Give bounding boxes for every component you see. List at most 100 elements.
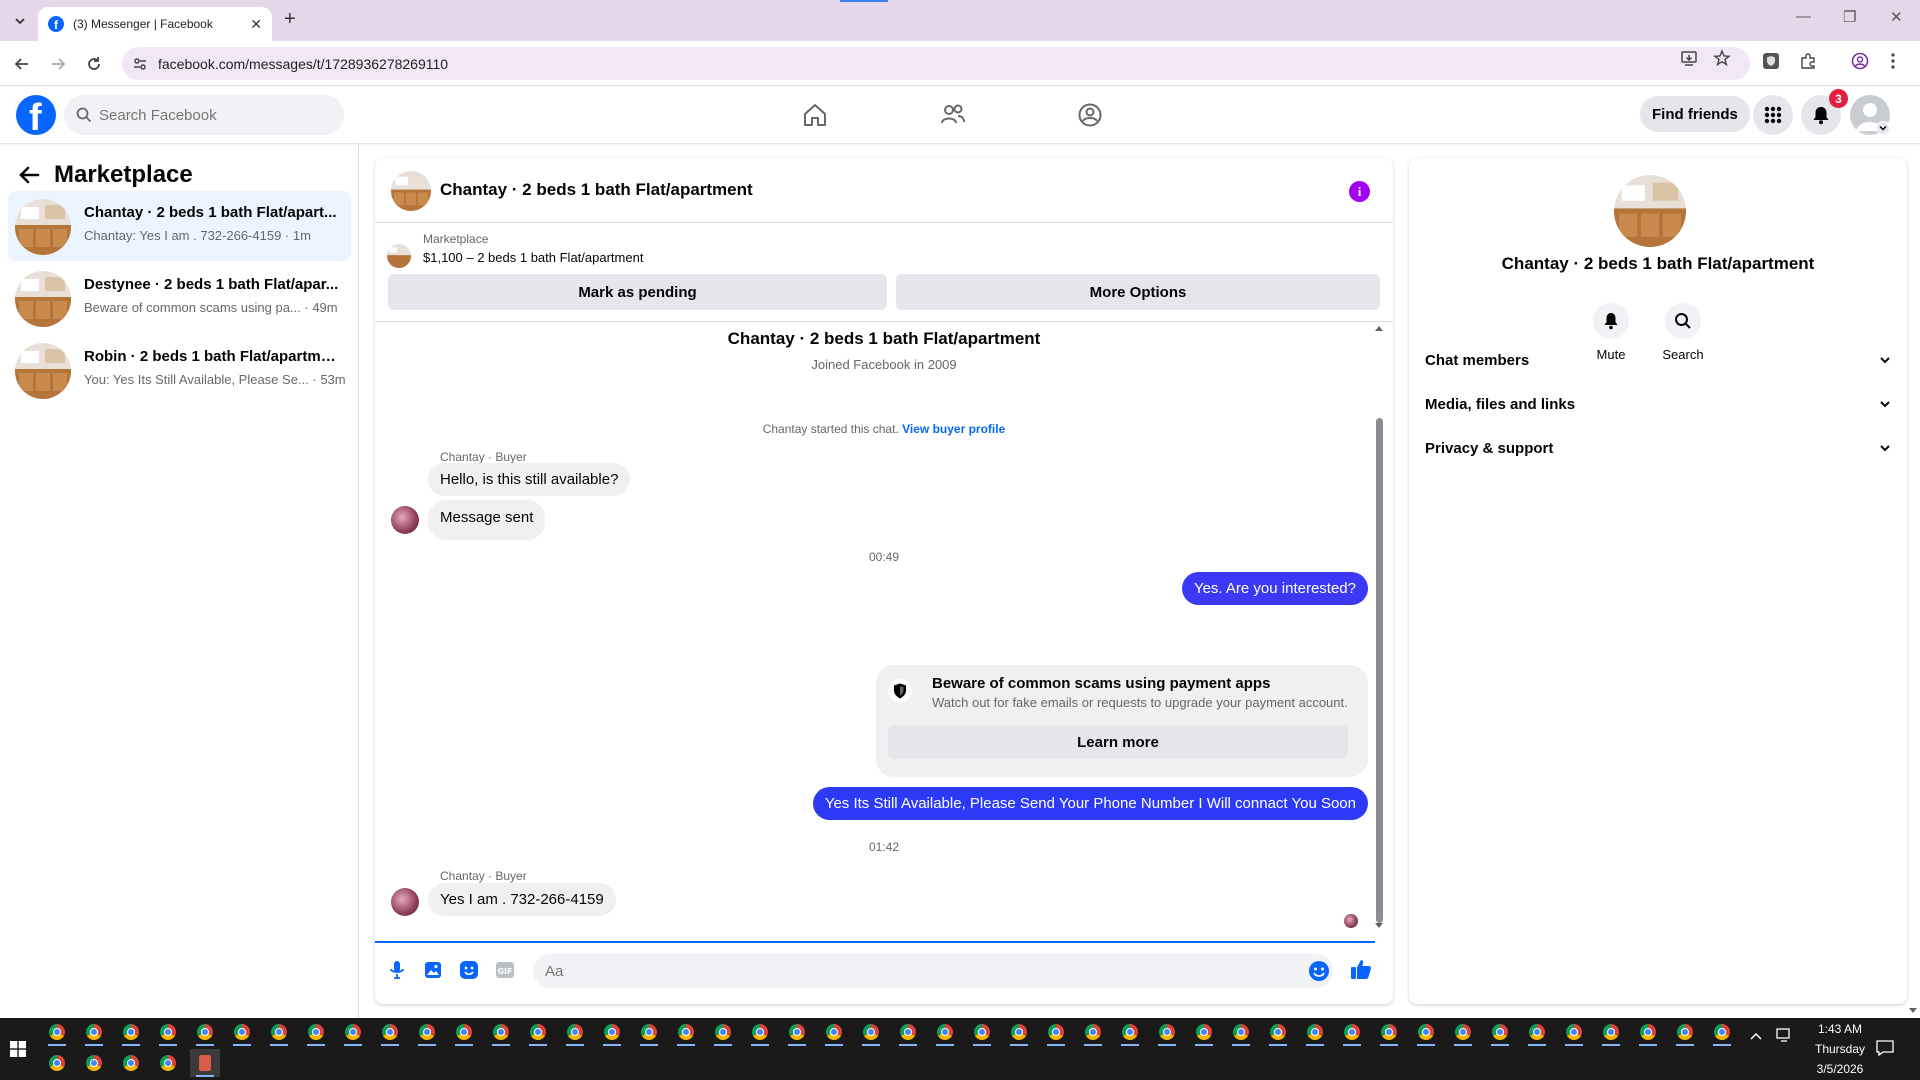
- taskbar-chrome-window-icon[interactable]: [597, 1018, 627, 1046]
- thread-scroll-thumb[interactable]: [1376, 418, 1383, 923]
- media-files-links-section[interactable]: Media, files and links: [1425, 384, 1891, 424]
- outgoing-message[interactable]: Yes Its Still Available, Please Send You…: [812, 787, 1368, 820]
- taskbar-chrome-window-icon[interactable]: [1263, 1018, 1293, 1046]
- taskbar-chrome-window-icon[interactable]: [930, 1018, 960, 1046]
- profile-account-icon[interactable]: [1851, 52, 1869, 70]
- taskbar-chrome-window-icon[interactable]: [1374, 1018, 1404, 1046]
- view-buyer-profile-link[interactable]: View buyer profile: [902, 422, 1005, 436]
- show-hidden-icons-chevron-icon[interactable]: [1749, 1031, 1763, 1041]
- chat-title[interactable]: Chantay · 2 beds 1 bath Flat/apartment: [440, 180, 753, 200]
- photo-icon[interactable]: [421, 958, 445, 982]
- taskbar-chrome-window-icon[interactable]: [1707, 1018, 1737, 1046]
- close-window-button[interactable]: ✕: [1890, 8, 1903, 26]
- taskbar-chrome-window-icon[interactable]: [745, 1018, 775, 1046]
- incoming-message[interactable]: Yes I am . 732-266-4159: [428, 883, 616, 916]
- chat-listing-thumbnail[interactable]: [391, 171, 431, 211]
- shield-extension-icon[interactable]: [1762, 52, 1780, 70]
- taskbar-chrome-window-icon[interactable]: [1559, 1018, 1589, 1046]
- message-input-box[interactable]: [533, 954, 1333, 988]
- taskbar-chrome-window-icon[interactable]: [1115, 1018, 1145, 1046]
- taskbar-chrome-window-icon[interactable]: [1485, 1018, 1515, 1046]
- taskbar-chrome-window-icon[interactable]: [1189, 1018, 1219, 1046]
- mark-as-pending-button[interactable]: Mark as pending: [388, 274, 887, 310]
- taskbar-chrome-window-icon[interactable]: [1152, 1018, 1182, 1046]
- taskbar-chrome-window-icon[interactable]: [227, 1018, 257, 1046]
- taskbar-chrome-window-icon[interactable]: [116, 1049, 146, 1077]
- taskbar-active-app-icon[interactable]: [190, 1049, 220, 1077]
- back-arrow-icon[interactable]: [18, 165, 40, 185]
- taskbar-chrome-window-icon[interactable]: [153, 1049, 183, 1077]
- network-icon[interactable]: [1776, 1027, 1794, 1043]
- friends-icon[interactable]: [938, 100, 968, 130]
- notification-center-icon[interactable]: [1876, 1040, 1894, 1056]
- reload-icon[interactable]: [83, 53, 105, 75]
- buyer-avatar[interactable]: [391, 888, 419, 916]
- taskbar-chrome-window-icon[interactable]: [1337, 1018, 1367, 1046]
- taskbar-chrome-window-icon[interactable]: [79, 1049, 109, 1077]
- windows-start-icon[interactable]: [10, 1041, 26, 1057]
- taskbar-chrome-window-icon[interactable]: [523, 1018, 553, 1046]
- taskbar-chrome-window-icon[interactable]: [412, 1018, 442, 1046]
- taskbar-chrome-window-icon[interactable]: [79, 1018, 109, 1046]
- taskbar-chrome-window-icon[interactable]: [1004, 1018, 1034, 1046]
- taskbar-chrome-window-icon[interactable]: [153, 1018, 183, 1046]
- taskbar-chrome-window-icon[interactable]: [1226, 1018, 1256, 1046]
- learn-more-button[interactable]: Learn more: [888, 725, 1348, 759]
- account-chevron-down-icon[interactable]: [1876, 121, 1890, 135]
- conversation-item-chantay[interactable]: Chantay · 2 beds 1 bath Flat/apart... Ch…: [8, 191, 351, 261]
- page-scrollbar[interactable]: [1906, 86, 1920, 1018]
- taskbar-chrome-window-icon[interactable]: [301, 1018, 331, 1046]
- more-options-button[interactable]: More Options: [896, 274, 1380, 310]
- taskbar-chrome-window-icon[interactable]: [1078, 1018, 1108, 1046]
- taskbar-chrome-window-icon[interactable]: [42, 1049, 72, 1077]
- taskbar-chrome-window-icon[interactable]: [708, 1018, 738, 1046]
- info-icon[interactable]: i: [1349, 181, 1370, 202]
- address-bar[interactable]: facebook.com/messages/t/1728936278269110: [122, 47, 1750, 80]
- taskbar-chrome-window-icon[interactable]: [634, 1018, 664, 1046]
- taskbar-chrome-window-icon[interactable]: [1633, 1018, 1663, 1046]
- gif-icon[interactable]: GIF: [493, 958, 517, 982]
- taskbar-chrome-window-icon[interactable]: [893, 1018, 923, 1046]
- clock-time[interactable]: 1:43 AM: [1800, 1022, 1880, 1036]
- taskbar-chrome-window-icon[interactable]: [1670, 1018, 1700, 1046]
- tab-search-chevron-icon[interactable]: [8, 9, 32, 33]
- incoming-message[interactable]: Message sent: [428, 500, 546, 540]
- facebook-search[interactable]: [64, 95, 344, 135]
- thumbs-up-icon[interactable]: [1349, 957, 1373, 981]
- chat-members-section[interactable]: Chat members: [1425, 340, 1891, 380]
- new-tab-button[interactable]: +: [284, 8, 296, 31]
- taskbar-chrome-window-icon[interactable]: [967, 1018, 997, 1046]
- taskbar-chrome-window-icon[interactable]: [1041, 1018, 1071, 1046]
- buyer-avatar[interactable]: [391, 506, 419, 534]
- menu-grid-icon[interactable]: [1753, 95, 1793, 135]
- taskbar-chrome-window-icon[interactable]: [560, 1018, 590, 1046]
- listing-profile-image[interactable]: [1614, 175, 1686, 247]
- taskbar-chrome-window-icon[interactable]: [856, 1018, 886, 1046]
- taskbar-chrome-window-icon[interactable]: [264, 1018, 294, 1046]
- conversation-item-robin[interactable]: Robin · 2 beds 1 bath Flat/apartment You…: [8, 335, 351, 405]
- taskbar-chrome-window-icon[interactable]: [819, 1018, 849, 1046]
- facebook-logo-icon[interactable]: f: [16, 95, 56, 135]
- gaming-icon[interactable]: [1075, 100, 1105, 130]
- taskbar-chrome-window-icon[interactable]: [671, 1018, 701, 1046]
- taskbar-chrome-window-icon[interactable]: [42, 1018, 72, 1046]
- taskbar-chrome-window-icon[interactable]: [449, 1018, 479, 1046]
- site-info-icon[interactable]: [132, 56, 148, 72]
- taskbar-chrome-window-icon[interactable]: [116, 1018, 146, 1046]
- incoming-message[interactable]: Hello, is this still available?: [428, 463, 631, 496]
- taskbar-chrome-window-icon[interactable]: [1448, 1018, 1478, 1046]
- emoji-icon[interactable]: [1307, 959, 1331, 983]
- taskbar-chrome-window-icon[interactable]: [1411, 1018, 1441, 1046]
- taskbar-chrome-window-icon[interactable]: [1596, 1018, 1626, 1046]
- back-arrow-icon[interactable]: [11, 53, 33, 75]
- taskbar-chrome-window-icon[interactable]: [375, 1018, 405, 1046]
- browser-tab-messenger[interactable]: f (3) Messenger | Facebook ✕: [38, 7, 272, 41]
- conversation-item-destynee[interactable]: Destynee · 2 beds 1 bath Flat/apar... Be…: [8, 263, 351, 333]
- taskbar-chrome-window-icon[interactable]: [782, 1018, 812, 1046]
- taskbar-chrome-window-icon[interactable]: [1522, 1018, 1552, 1046]
- restore-button[interactable]: ❐: [1843, 8, 1856, 26]
- taskbar-chrome-window-icon[interactable]: [190, 1018, 220, 1046]
- tab-close-icon[interactable]: ✕: [250, 16, 262, 33]
- outgoing-message[interactable]: Yes. Are you interested?: [1181, 572, 1368, 605]
- home-icon[interactable]: [800, 100, 830, 130]
